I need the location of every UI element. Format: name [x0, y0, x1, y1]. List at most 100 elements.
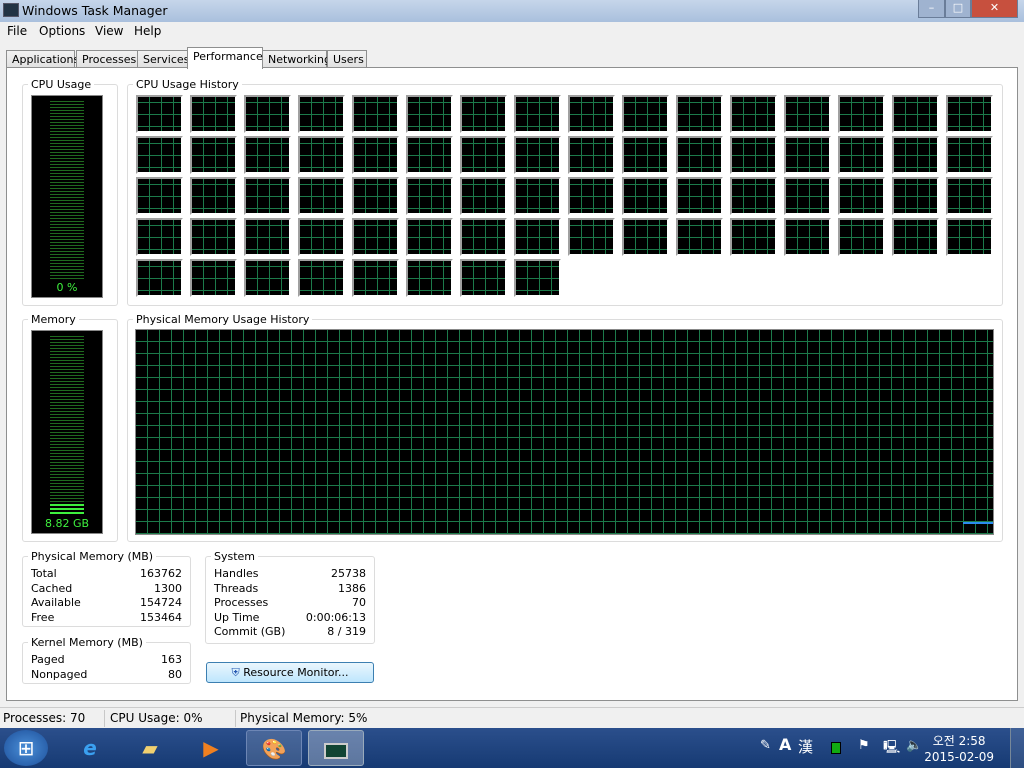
status-memory: Physical Memory: 5%: [240, 711, 368, 725]
stat-label: Nonpaged: [31, 668, 88, 681]
memory-meter-fill: [50, 504, 84, 514]
media-player-icon[interactable]: ▶: [183, 730, 239, 766]
cpu-core-graph: [784, 95, 831, 133]
cpu-meter-tray-icon[interactable]: [831, 742, 841, 754]
cpu-core-graph: [676, 177, 723, 215]
menu-file[interactable]: File: [7, 24, 27, 38]
stat-row: Commit (GB) 8 / 319: [214, 625, 366, 639]
cpu-core-graph: [730, 177, 777, 215]
taskbar: ⊞ e ▰ ▶ 🎨 ✎ A 漢 ⚑ 🖳 🔈 오전 2:58 2015-02-09: [0, 728, 1024, 768]
tab-processes[interactable]: Processes: [76, 50, 140, 68]
cpu-core-graph: [784, 136, 831, 174]
minimize-button[interactable]: –: [918, 0, 945, 18]
task-manager-taskbar-icon[interactable]: [308, 730, 364, 766]
menu-view[interactable]: View: [95, 24, 123, 38]
cpu-usage-label: CPU Usage: [28, 78, 95, 91]
cpu-core-graph: [730, 95, 777, 133]
cpu-core-graph: [568, 95, 615, 133]
cpu-core-graph: [676, 218, 723, 256]
physical-memory-group: Physical Memory (MB) Total 163762 Cached 1…: [22, 550, 191, 627]
cpu-core-graph: [406, 95, 453, 133]
cpu-core-graph: [298, 136, 345, 174]
cpu-core-graph: [298, 218, 345, 256]
shield-icon: ⛨: [231, 666, 240, 679]
status-separator: [104, 710, 105, 727]
cpu-core-graph: [298, 259, 345, 297]
action-center-flag-icon[interactable]: ⚑: [858, 738, 870, 753]
cpu-core-graph: [676, 136, 723, 174]
cpu-core-graph: [622, 95, 669, 133]
cpu-core-graph: [406, 177, 453, 215]
physical-memory-label: Physical Memory (MB): [28, 550, 157, 563]
cpu-core-graph: [784, 177, 831, 215]
cpu-core-graph: [406, 218, 453, 256]
tab-users[interactable]: Users: [327, 50, 367, 68]
cpu-core-graph: [622, 177, 669, 215]
cpu-meter-bars: [50, 101, 84, 281]
stat-row: Up Time 0:00:06:13: [214, 611, 366, 625]
cpu-core-graph: [136, 259, 183, 297]
paint-icon[interactable]: 🎨: [246, 730, 302, 766]
volume-icon[interactable]: 🔈: [906, 738, 922, 753]
tab-networking[interactable]: Networking: [262, 50, 331, 68]
stat-value: 70: [352, 596, 366, 609]
menu-bar: File Options View Help: [0, 22, 1024, 41]
network-icon[interactable]: 🖳: [883, 738, 900, 760]
tab-services[interactable]: Services: [137, 50, 189, 68]
show-desktop-button[interactable]: [1010, 728, 1024, 768]
cpu-core-graph: [514, 177, 561, 215]
menu-options[interactable]: Options: [39, 24, 85, 38]
maximize-button[interactable]: □: [945, 0, 971, 18]
cpu-core-graph: [460, 177, 507, 215]
tab-applications[interactable]: Applications: [6, 50, 79, 68]
cpu-core-graph: [190, 95, 237, 133]
stat-row: Total 163762: [31, 567, 182, 581]
memory-history-label: Physical Memory Usage History: [133, 313, 313, 326]
cpu-core-graph: [892, 218, 939, 256]
stat-row: Free 153464: [31, 611, 182, 625]
memory-meter-bars: [50, 336, 84, 504]
ime-hanja[interactable]: 漢: [798, 736, 813, 757]
cpu-core-graph: [622, 218, 669, 256]
language-bar-icon[interactable]: ✎: [760, 738, 771, 753]
cpu-core-graph: [244, 177, 291, 215]
performance-panel: CPU Usage 0 % CPU Usage History Memory 8…: [6, 67, 1018, 701]
status-cpu: CPU Usage: 0%: [110, 711, 203, 725]
stat-value: 163: [161, 653, 182, 666]
internet-explorer-icon[interactable]: e: [62, 730, 118, 766]
menu-help[interactable]: Help: [134, 24, 161, 38]
cpu-core-graph: [190, 218, 237, 256]
stat-value: 1386: [338, 582, 366, 595]
cpu-core-graph: [838, 95, 885, 133]
clock[interactable]: 오전 2:58 2015-02-09: [924, 733, 994, 765]
cpu-core-graph: [568, 136, 615, 174]
status-separator: [235, 710, 236, 727]
cpu-core-graph: [352, 218, 399, 256]
file-explorer-icon[interactable]: ▰: [122, 730, 178, 766]
cpu-core-graph: [190, 259, 237, 297]
cpu-core-graph: [838, 177, 885, 215]
start-button[interactable]: ⊞: [4, 730, 48, 766]
title-bar[interactable]: Windows Task Manager – □ ✕: [0, 0, 1024, 22]
cpu-core-graph: [460, 136, 507, 174]
system-group: System Handles 25738 Threads 1386 Processe…: [205, 550, 375, 644]
memory-history-graph: [135, 329, 994, 535]
cpu-core-graph: [946, 177, 993, 215]
close-button[interactable]: ✕: [971, 0, 1018, 18]
tab-performance[interactable]: Performance: [187, 47, 263, 69]
cpu-core-graph: [946, 95, 993, 133]
stat-value: 154724: [140, 596, 182, 609]
cpu-core-graph: [136, 95, 183, 133]
stat-row: Nonpaged 80: [31, 668, 182, 682]
cpu-history-group: CPU Usage History: [127, 78, 1003, 306]
stat-label: Handles: [214, 567, 259, 580]
cpu-core-graph: [730, 218, 777, 256]
stat-row: Processes 70: [214, 596, 366, 610]
memory-group: Memory 8.82 GB: [22, 313, 118, 542]
resource-monitor-button[interactable]: ⛨ Resource Monitor...: [206, 662, 374, 683]
clock-time: 오전 2:58: [932, 734, 986, 748]
ime-mode-a[interactable]: A: [779, 735, 791, 754]
stat-label: Threads: [214, 582, 259, 595]
stat-value: 25738: [331, 567, 366, 580]
stat-label: Total: [31, 567, 57, 580]
